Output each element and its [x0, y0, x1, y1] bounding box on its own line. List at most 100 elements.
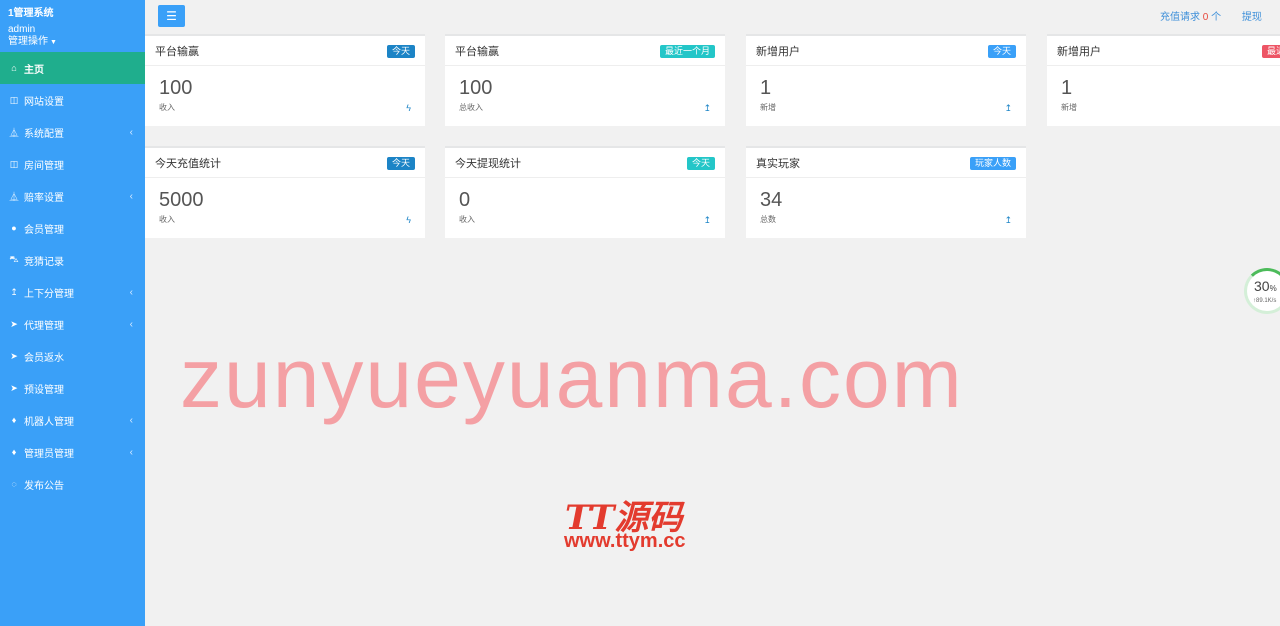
- stat-card-label: 新增: [760, 103, 776, 112]
- sidebar-item[interactable]: ⏅ 赔率设置 ‹: [0, 180, 145, 212]
- stat-card-badge: 今天: [386, 157, 415, 170]
- sidebar-item[interactable]: ⏅ 系统配置 ‹: [0, 116, 145, 148]
- stat-card-badge: 今天: [987, 45, 1016, 58]
- stat-card: 平台输赢 最近一个月 100 总收入 ↥: [445, 34, 725, 126]
- android-icon: ♦: [11, 415, 17, 425]
- stat-card: 新增用户最近一个月1新增↥: [1047, 34, 1280, 126]
- car-icon: ⛍: [9, 254, 19, 264]
- paper-plane-icon: ➤: [10, 318, 18, 329]
- chevron-left-icon: ‹: [129, 190, 133, 202]
- watermark-text: zunyueyuanma.com: [180, 331, 964, 425]
- level-up-icon: ↥: [10, 286, 18, 297]
- stat-card: 平台输赢 今天 100 收入 ϟ: [145, 34, 425, 126]
- username: admin: [8, 24, 36, 35]
- recharge-request-unit: 个: [1211, 12, 1222, 23]
- sidebar-item-label: 代理管理: [24, 320, 64, 332]
- stat-card-header: 平台输赢 今天: [145, 36, 425, 66]
- stat-card-title: 平台输赢: [455, 45, 499, 58]
- user-icon: ●: [11, 223, 17, 233]
- chevron-left-icon: ‹: [129, 286, 133, 298]
- level-up-icon: ↥: [703, 103, 711, 113]
- bolt-icon: ϟ: [406, 215, 411, 225]
- sidebar-item[interactable]: ➤ 会员返水: [0, 340, 145, 372]
- stat-card: 今天提现统计 今天 0 收入 ↥: [445, 146, 725, 238]
- chevron-left-icon: ‹: [129, 126, 133, 138]
- stat-card-badge: 今天: [386, 45, 415, 58]
- stat-card-header: 今天充值统计 今天: [145, 148, 425, 178]
- withdraw-request-link[interactable]: 提现: [1242, 12, 1262, 23]
- sidebar-item-label: 会员管理: [24, 224, 64, 236]
- sidebar-item[interactable]: ◫ 网站设置: [0, 84, 145, 116]
- recharge-request-count: 0: [1202, 12, 1209, 23]
- stat-card-label: 收入: [159, 215, 175, 224]
- sidebar-item[interactable]: ♦ 机器人管理 ‹: [0, 404, 145, 436]
- sidebar-item[interactable]: ➤ 预设管理: [0, 372, 145, 404]
- stat-card-title: 真实玩家: [756, 157, 800, 170]
- stat-card-label: 收入: [459, 215, 475, 224]
- paper-plane-icon: ➤: [10, 382, 18, 393]
- flask-icon: ⏅: [9, 191, 19, 202]
- stat-card-header: 新增用户 最近一个月: [1047, 36, 1280, 66]
- sidebar-item[interactable]: ◫ 房间管理: [0, 148, 145, 180]
- sidebar-item-label: 发布公告: [24, 480, 64, 492]
- sidebar-brand: 1管理系统 admin 管理操作 ▼: [0, 0, 145, 52]
- stat-card-label: 总收入: [459, 103, 483, 112]
- stat-card-label: 总数: [760, 215, 776, 224]
- stat-card-header: 平台输赢 最近一个月: [445, 36, 725, 66]
- comment-icon: ◌: [11, 479, 17, 489]
- recharge-request-label: 充值请求: [1160, 12, 1200, 23]
- stat-card: 真实玩家 玩家人数 34 总数 ↥: [746, 146, 1026, 238]
- sidebar-item[interactable]: ↥ 上下分管理 ‹: [0, 276, 145, 308]
- recharge-request-link[interactable]: 充值请求 0 个: [1160, 12, 1221, 23]
- sidebar: 1管理系统 admin 管理操作 ▼ ⌂ 主页 ◫ 网站设置 ⏅ 系统配置 ‹ ◫ 房间管理 ⏅ 赔率…: [0, 0, 145, 626]
- stat-card-header: 新增用户 今天: [746, 36, 1026, 66]
- level-up-icon: ↥: [1004, 103, 1012, 113]
- stat-card-badge: 最近一个月: [659, 45, 715, 58]
- stat-card-title: 平台输赢: [155, 45, 199, 58]
- stat-card-value: 100: [159, 77, 193, 99]
- columns-icon: ◫: [9, 158, 19, 169]
- chevron-left-icon: ‹: [129, 446, 133, 458]
- sidebar-item-label: 管理员管理: [24, 448, 74, 460]
- stat-card-value: 0: [459, 189, 471, 211]
- speed-percent: 30%: [1254, 278, 1277, 294]
- stat-card-badge: 最近一个月: [1261, 45, 1280, 58]
- sidebar-item[interactable]: ● 会员管理: [0, 212, 145, 244]
- flask-icon: ⏅: [9, 127, 19, 138]
- network-speed-widget[interactable]: 30% ↑89.1K/s: [1244, 268, 1280, 314]
- topbar-notifications: 充值请求 0 个 提现: [1160, 8, 1280, 23]
- stat-card-value: 1: [1061, 77, 1073, 99]
- stat-card-title: 今天充值统计: [155, 157, 221, 170]
- sidebar-item-label: 竞猜记录: [24, 256, 64, 268]
- paper-plane-icon: ➤: [10, 350, 18, 361]
- sidebar-item[interactable]: ◌ 发布公告: [0, 468, 145, 500]
- sidebar-item-label: 上下分管理: [24, 288, 74, 300]
- stat-card: 新增用户 今天 1 新增 ↥: [746, 34, 1026, 126]
- sidebar-item-label: 会员返水: [24, 352, 64, 364]
- chevron-left-icon: ‹: [129, 414, 133, 426]
- user-menu-dropdown[interactable]: 管理操作 ▼: [8, 36, 137, 49]
- android-icon: ♦: [11, 447, 17, 457]
- stat-card-badge: 今天: [686, 157, 715, 170]
- caret-down-icon: ▼: [50, 39, 57, 46]
- sidebar-item-label: 预设管理: [24, 384, 64, 396]
- sidebar-item-label: 系统配置: [24, 128, 64, 140]
- columns-icon: ◫: [9, 94, 19, 105]
- stat-card-title: 今天提现统计: [455, 157, 521, 170]
- sidebar-toggle-button[interactable]: ☰: [158, 5, 185, 27]
- stat-card-value: 100: [459, 77, 493, 99]
- stat-card-header: 真实玩家 玩家人数: [746, 148, 1026, 178]
- sidebar-menu: ⌂ 主页 ◫ 网站设置 ⏅ 系统配置 ‹ ◫ 房间管理 ⏅ 赔率设置 ‹ ● 会员管理 ⛍ 竞猜记录 ↥ 上下分管…: [0, 52, 145, 500]
- sidebar-item[interactable]: ♦ 管理员管理 ‹: [0, 436, 145, 468]
- sidebar-item-label: 网站设置: [24, 96, 64, 108]
- stat-card-badge: 玩家人数: [969, 157, 1016, 170]
- speed-percent-unit: %: [1269, 284, 1277, 293]
- chevron-left-icon: ‹: [129, 318, 133, 330]
- sidebar-item[interactable]: ⛍ 竞猜记录: [0, 244, 145, 276]
- sidebar-item-label: 主页: [24, 64, 44, 76]
- level-up-icon: ↥: [1004, 215, 1012, 225]
- sidebar-item[interactable]: ➤ 代理管理 ‹: [0, 308, 145, 340]
- sidebar-item[interactable]: ⌂ 主页: [0, 52, 145, 84]
- home-icon: ⌂: [11, 63, 17, 73]
- sidebar-item-label: 机器人管理: [24, 416, 74, 428]
